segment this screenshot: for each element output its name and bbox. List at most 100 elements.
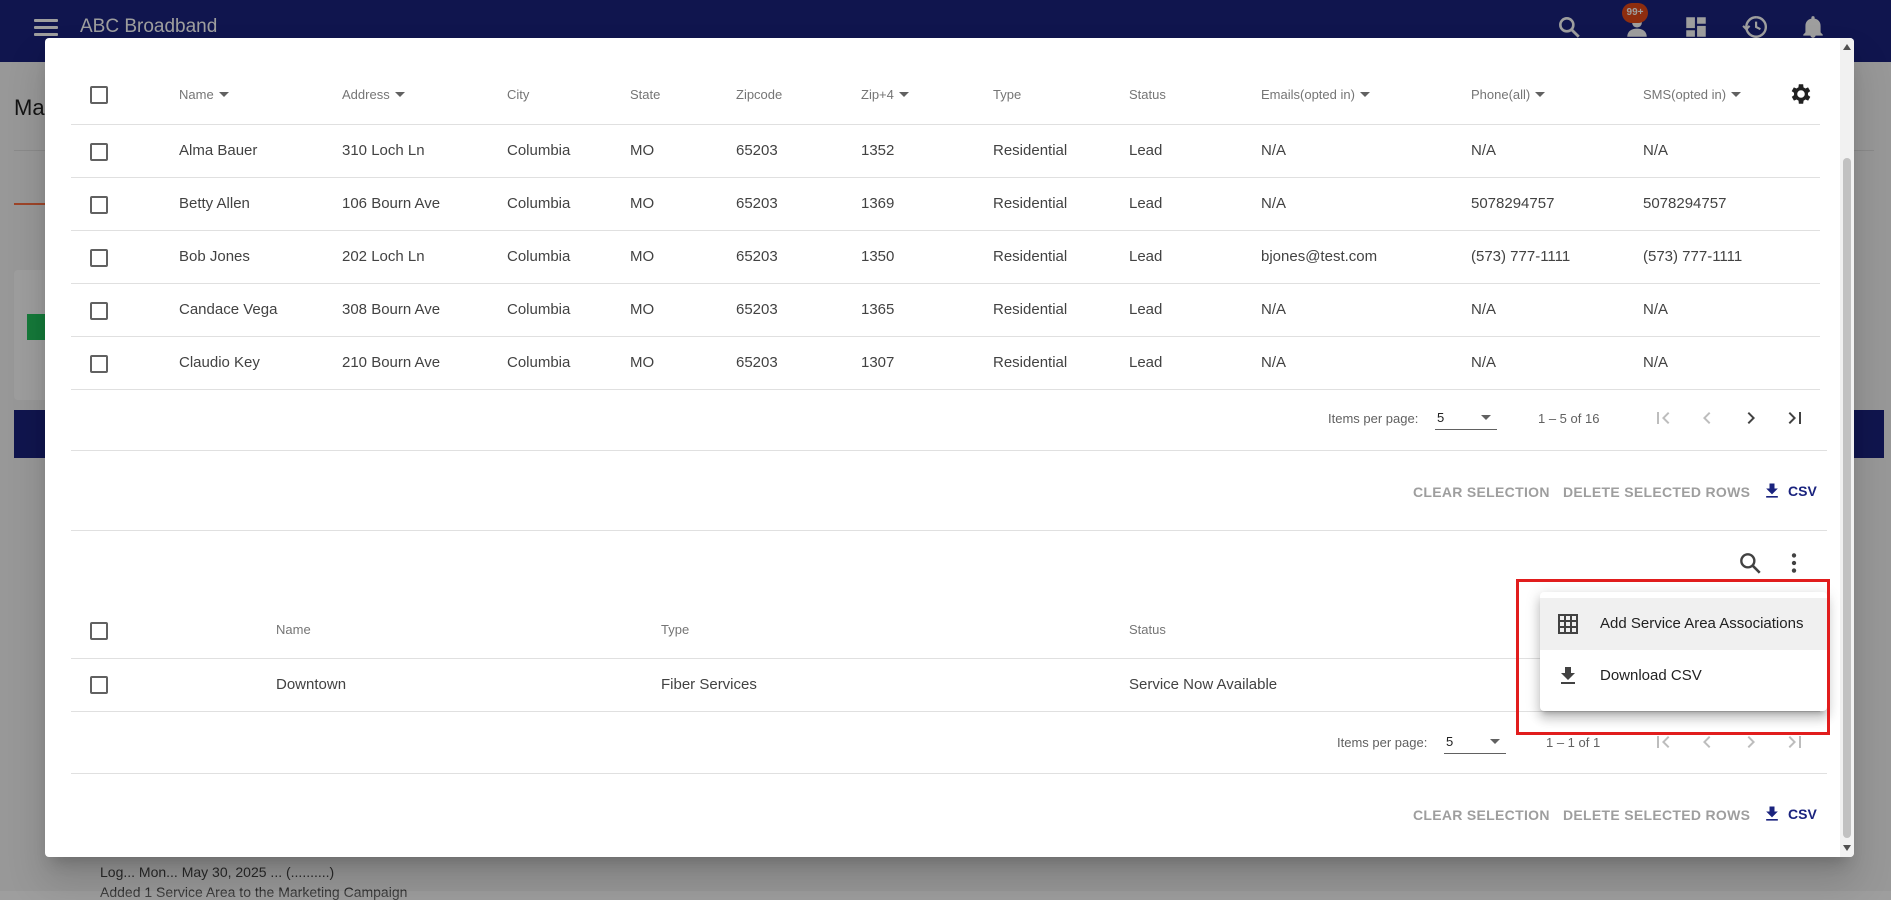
cell-zip4: 1352 — [861, 142, 895, 159]
row-checkbox[interactable] — [90, 249, 108, 267]
sort-arrow-icon — [1731, 92, 1742, 97]
cell-emails: bjones@test.com — [1261, 248, 1378, 265]
more-vert-icon[interactable] — [1781, 550, 1807, 576]
cell-status: Lead — [1129, 248, 1163, 265]
cell-name: Downtown — [276, 676, 347, 693]
scroll-down-arrow-icon[interactable] — [1843, 845, 1851, 851]
cell-name: Alma Bauer — [179, 142, 258, 159]
cell-phone: N/A — [1471, 142, 1497, 159]
select-all-checkbox[interactable] — [90, 86, 108, 104]
cell-status: Lead — [1129, 195, 1163, 212]
cell-status: Lead — [1129, 354, 1163, 371]
cell-zipcode: 65203 — [736, 354, 778, 371]
cell-type: Fiber Services — [661, 676, 757, 693]
download-icon — [1766, 483, 1778, 498]
sort-arrow-icon — [898, 92, 909, 97]
first-page-icon[interactable] — [1651, 406, 1675, 430]
column-header-label: Zip+4 — [861, 87, 894, 102]
column-header-label: Emails(opted in) — [1261, 87, 1355, 102]
cell-emails: N/A — [1261, 195, 1287, 212]
cell-state: MO — [630, 195, 655, 212]
cell-status: Lead — [1129, 301, 1163, 318]
cell-sms: N/A — [1643, 301, 1669, 318]
previous-page-icon[interactable] — [1695, 406, 1719, 430]
column-header-address[interactable]: Address — [342, 87, 405, 102]
cell-address: 310 Loch Ln — [342, 142, 425, 159]
cell-zip4: 1307 — [861, 354, 895, 371]
column-header-type: Type — [993, 87, 1022, 102]
clear-selection-button[interactable]: CLEAR SELECTION — [1413, 484, 1550, 500]
divider — [71, 773, 1827, 774]
cell-address: 202 Loch Ln — [342, 248, 425, 265]
table-header: Name Address City State Zipcode Zip+4 Ty… — [71, 38, 1820, 125]
cell-phone: N/A — [1471, 301, 1497, 318]
cell-city: Columbia — [507, 301, 571, 318]
items-per-page-select[interactable]: 5 — [1444, 732, 1506, 754]
column-header-name[interactable]: Name — [179, 87, 229, 102]
cell-sms: 5078294757 — [1643, 195, 1727, 212]
cell-address: 308 Bourn Ave — [342, 301, 441, 318]
column-header-label: Phone(all) — [1471, 87, 1531, 102]
column-header-city: City — [507, 87, 530, 102]
select-all-checkbox[interactable] — [90, 622, 108, 640]
row-checkbox[interactable] — [90, 302, 108, 320]
search-icon[interactable] — [1737, 550, 1763, 576]
delete-selected-rows-button[interactable]: DELETE SELECTED ROWS — [1563, 807, 1750, 823]
cell-emails: N/A — [1261, 142, 1287, 159]
cell-sms: N/A — [1643, 354, 1669, 371]
clear-selection-button[interactable]: CLEAR SELECTION — [1413, 807, 1550, 823]
column-header-sms[interactable]: SMS(opted in) — [1643, 87, 1742, 102]
csv-download-button[interactable]: CSV — [1762, 481, 1817, 501]
dialog-scrollbar[interactable] — [1840, 38, 1854, 857]
items-per-page-label: Items per page: — [1337, 735, 1428, 750]
scroll-up-arrow-icon[interactable] — [1843, 44, 1851, 50]
items-per-page-value: 5 — [1446, 734, 1454, 749]
column-header-state: State — [630, 87, 661, 102]
items-per-page-label: Items per page: — [1328, 411, 1419, 426]
cell-type: Residential — [993, 195, 1068, 212]
column-header-phone[interactable]: Phone(all) — [1471, 87, 1546, 102]
cell-type: Residential — [993, 354, 1068, 371]
cell-sms: N/A — [1643, 142, 1669, 159]
items-per-page-value: 5 — [1437, 410, 1445, 425]
cell-phone: (573) 777-1111 — [1471, 248, 1571, 265]
cell-state: MO — [630, 354, 655, 371]
row-checkbox[interactable] — [90, 355, 108, 373]
scrollbar-thumb[interactable] — [1843, 158, 1851, 838]
row-checkbox[interactable] — [90, 143, 108, 161]
cell-zipcode: 65203 — [736, 301, 778, 318]
cell-city: Columbia — [507, 354, 571, 371]
range-label: 1 – 5 of 16 — [1538, 411, 1600, 426]
last-page-icon[interactable] — [1783, 406, 1807, 430]
cell-status: Lead — [1129, 142, 1163, 159]
items-per-page-select[interactable]: 5 — [1435, 408, 1497, 430]
delete-selected-rows-button[interactable]: DELETE SELECTED ROWS — [1563, 484, 1750, 500]
column-header-type: Type — [661, 622, 690, 637]
row-checkbox[interactable] — [90, 676, 108, 694]
column-header-emails[interactable]: Emails(opted in) — [1261, 87, 1370, 102]
contacts-table: Name Address City State Zipcode Zip+4 Ty… — [71, 38, 1820, 390]
csv-download-button[interactable]: CSV — [1762, 804, 1817, 824]
highlight-box — [1516, 579, 1830, 735]
next-page-icon[interactable] — [1739, 406, 1763, 430]
column-header-label: SMS(opted in) — [1643, 87, 1727, 102]
column-header-zip4[interactable]: Zip+4 — [861, 87, 909, 102]
range-label: 1 – 1 of 1 — [1546, 735, 1601, 750]
cell-name: Bob Jones — [179, 248, 250, 265]
dropdown-arrow-icon — [1481, 415, 1491, 420]
table-row[interactable]: Claudio Key 210 Bourn Ave Columbia MO 65… — [71, 337, 1820, 390]
cell-zip4: 1350 — [861, 248, 895, 265]
cell-emails: N/A — [1261, 301, 1287, 318]
csv-label: CSV — [1788, 806, 1817, 822]
cell-zip4: 1369 — [861, 195, 895, 212]
table-row[interactable]: Candace Vega 308 Bourn Ave Columbia MO 6… — [71, 284, 1820, 337]
settings-gear-icon[interactable] — [1788, 81, 1814, 107]
table-row[interactable]: Betty Allen 106 Bourn Ave Columbia MO 65… — [71, 178, 1820, 231]
cell-type: Residential — [993, 301, 1068, 318]
row-checkbox[interactable] — [90, 196, 108, 214]
table-row[interactable]: Alma Bauer 310 Loch Ln Columbia MO 65203… — [71, 125, 1820, 178]
column-header-status: Status — [1129, 87, 1166, 102]
cell-address: 210 Bourn Ave — [342, 354, 441, 371]
table-row[interactable]: Bob Jones 202 Loch Ln Columbia MO 65203 … — [71, 231, 1820, 284]
cell-city: Columbia — [507, 142, 571, 159]
